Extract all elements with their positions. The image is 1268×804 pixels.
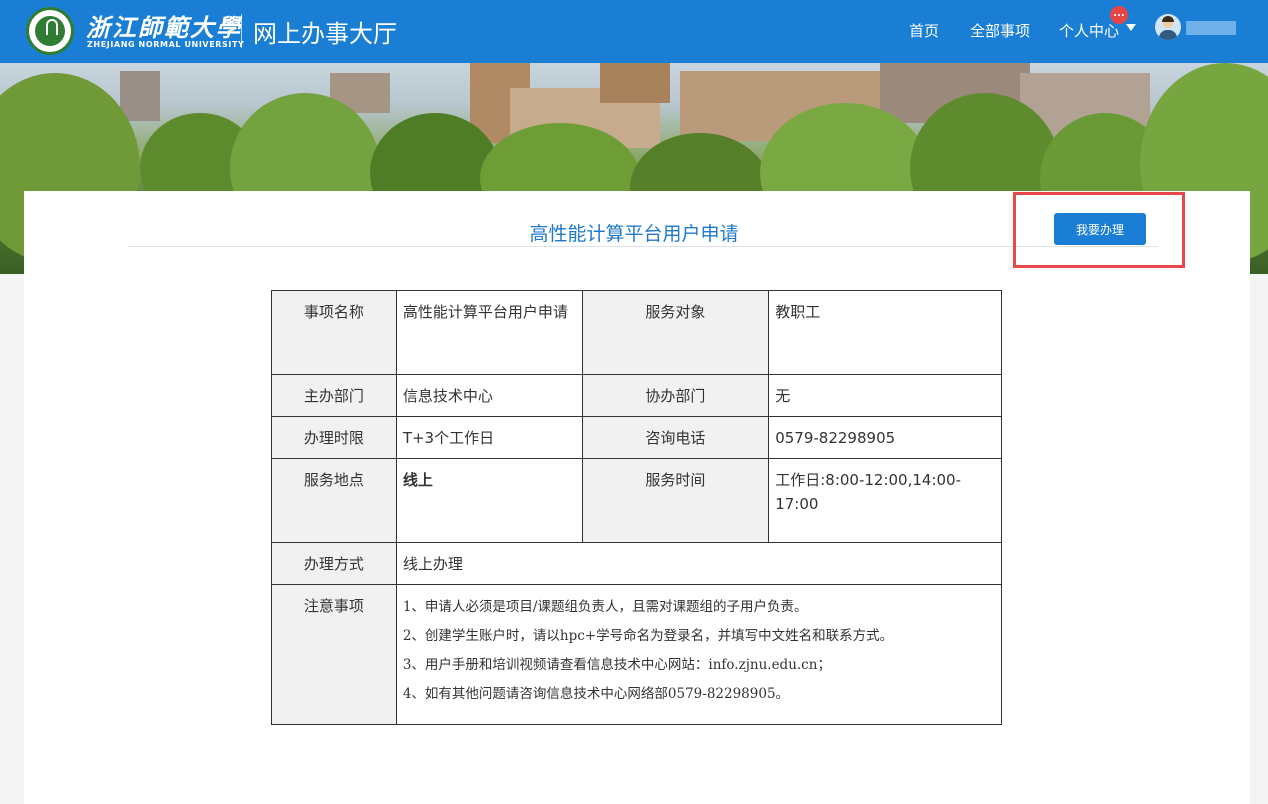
title-divider [128,246,1158,247]
label-item-name: 事项名称 [271,290,397,375]
value-service-hours: 工作日:8:00-12:00,14:00-17:00 [768,458,1002,543]
note-item: 1、申请人必须是项目/课题组负责人，且需对课题组的子用户负责。 [402,599,808,615]
label-service-target: 服务对象 [581,290,770,375]
user-name-redacted[interactable] [1186,21,1236,35]
table-row: 办理时限 T+3个工作日 咨询电话 0579-82298905 [271,416,1002,459]
value-time-limit: T+3个工作日 [395,416,583,459]
avatar[interactable] [1155,14,1181,40]
label-service-location: 服务地点 [271,458,397,543]
value-lead-department: 信息技术中心 [395,374,583,417]
site-title: 网上办事大厅 [253,20,397,48]
label-time-limit: 办理时限 [271,416,397,459]
nav-personal-center[interactable]: 个人中心 [1059,20,1119,41]
note-item: 3、用户手册和培训视频请查看信息技术中心网站：info.zjnu.edu.cn； [402,657,831,673]
value-item-name: 高性能计算平台用户申请 [395,290,583,375]
table-row: 办理方式 线上办理 [271,542,1003,585]
nav-home[interactable]: 首页 [909,20,939,41]
university-seal-logo[interactable] [26,7,74,55]
label-handling-method: 办理方式 [271,542,397,585]
value-handling-method: 线上办理 [395,542,1003,585]
label-service-hours: 服务时间 [581,458,770,543]
value-consult-phone: 0579-82298905 [768,416,1002,459]
value-service-target: 教职工 [768,290,1002,375]
service-details-table: 事项名称 高性能计算平台用户申请 服务对象 教职工 主办部门 信息技术中心 协办… [271,290,1003,725]
label-co-department: 协办部门 [581,374,770,417]
chevron-down-icon[interactable] [1126,24,1136,31]
label-lead-department: 主办部门 [271,374,397,417]
table-row: 服务地点 线上 服务时间 工作日:8:00-12:00,14:00-17:00 [271,458,1002,543]
value-service-location: 线上 [395,458,583,543]
table-row: 事项名称 高性能计算平台用户申请 服务对象 教职工 [271,290,1002,375]
notification-badge[interactable]: ... [1110,6,1128,24]
nav-all-items[interactable]: 全部事项 [970,20,1030,41]
note-item: 4、如有其他问题请咨询信息技术中心网络部0579-82298905。 [402,686,790,702]
notes-list: 1、申请人必须是项目/课题组负责人，且需对课题组的子用户负责。 2、创建学生账户… [395,584,1003,725]
university-name-calligraphy: 浙江師範大學 [86,13,242,42]
university-name-english: ZHEJIANG NORMAL UNIVERSITY [87,40,245,49]
value-co-department: 无 [768,374,1002,417]
logo-divider [241,14,242,48]
note-item: 2、创建学生账户时，请以hpc+学号命名为登录名，并填写中文姓名和联系方式。 [402,628,894,644]
table-row: 注意事项 1、申请人必须是项目/课题组负责人，且需对课题组的子用户负责。 2、创… [271,584,1003,725]
table-row: 主办部门 信息技术中心 协办部门 无 [271,374,1002,417]
label-notes: 注意事项 [271,584,397,725]
label-consult-phone: 咨询电话 [581,416,770,459]
apply-button-highlight-box [1013,192,1185,268]
top-header: 浙江師範大學 ZHEJIANG NORMAL UNIVERSITY 网上办事大厅… [0,0,1268,63]
